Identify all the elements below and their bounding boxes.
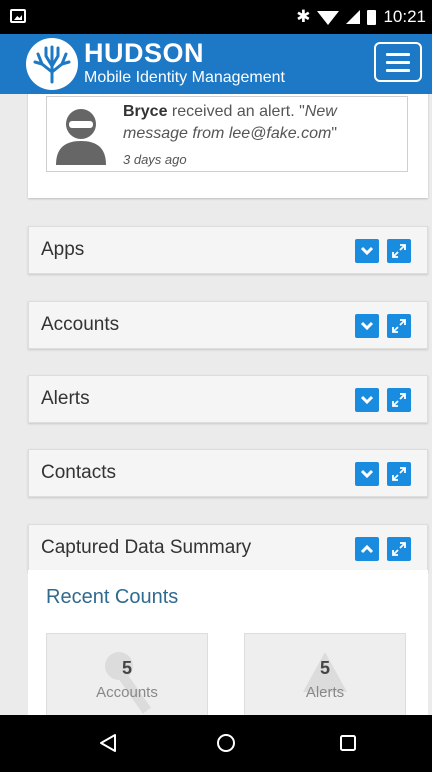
chevron-down-button[interactable] (355, 239, 379, 263)
chevron-down-icon (360, 469, 374, 479)
signal-icon (346, 10, 361, 24)
panel-apps: Apps (28, 226, 428, 274)
status-bar: ✱ 10:21 (0, 0, 432, 34)
panel-header[interactable]: Apps (29, 227, 427, 273)
panel-contacts: Contacts (28, 449, 428, 497)
back-icon (100, 734, 116, 752)
expand-button[interactable] (387, 462, 411, 486)
navigation-bar (0, 715, 432, 772)
expand-icon (392, 244, 406, 258)
recent-counts-heading: Recent Counts (46, 586, 179, 608)
expand-button[interactable] (387, 537, 411, 561)
chevron-down-button[interactable] (355, 462, 379, 486)
back-button[interactable] (94, 729, 122, 757)
chevron-down-button[interactable] (355, 314, 379, 338)
panel-header[interactable]: Contacts (29, 450, 427, 496)
home-button[interactable] (212, 729, 240, 757)
panel-alerts: Alerts (28, 375, 428, 423)
chevron-down-icon (360, 246, 374, 256)
wifi-icon (317, 11, 340, 25)
count-tile-accounts[interactable]: 5 Accounts (46, 633, 208, 715)
avatar-icon (56, 109, 106, 165)
panel-header[interactable]: Alerts (29, 376, 427, 422)
bluetooth-icon: ✱ (296, 7, 311, 26)
count-tile-alerts[interactable]: 5 Alerts (244, 633, 406, 715)
tree-logo-icon[interactable] (26, 38, 78, 90)
expand-icon (392, 319, 406, 333)
app-header: HUDSON Mobile Identity Management (0, 34, 432, 94)
app-subtitle: Mobile Identity Management (84, 69, 285, 86)
home-icon (217, 734, 235, 752)
summary-body: Recent Counts 5 Accounts 5 Alerts (28, 570, 428, 715)
alert-timestamp: 3 days ago (123, 152, 187, 167)
panel-accounts: Accounts (28, 301, 428, 349)
panel-title: Captured Data Summary (41, 537, 252, 558)
chevron-up-icon (360, 544, 374, 554)
expand-icon (392, 467, 406, 481)
chevron-down-icon (360, 321, 374, 331)
count-label: Accounts (96, 684, 158, 701)
activity-panel: Bryce received an alert. "New message fr… (28, 94, 428, 198)
expand-icon (392, 393, 406, 407)
status-time: 10:21 (383, 7, 426, 26)
recents-button[interactable] (334, 729, 362, 757)
count-label: Alerts (305, 684, 345, 701)
battery-icon (367, 9, 377, 25)
app-title: HUDSON (84, 38, 205, 68)
panel-header[interactable]: Captured Data Summary (29, 525, 427, 571)
status-icons: ✱ 10:21 (296, 6, 426, 28)
expand-icon (392, 542, 406, 556)
count-value: 5 (121, 658, 132, 678)
count-value: 5 (319, 658, 330, 678)
panel-title: Apps (41, 239, 85, 260)
panel-title: Contacts (41, 462, 116, 483)
alert-close-quote: " (331, 125, 338, 142)
panel-title: Accounts (41, 314, 120, 335)
chevron-down-button[interactable] (355, 388, 379, 412)
recents-icon (340, 735, 356, 751)
chevron-up-button[interactable] (355, 537, 379, 561)
panel-title: Alerts (41, 388, 90, 409)
expand-button[interactable] (387, 314, 411, 338)
alert-action: received an alert. " (167, 103, 305, 120)
panel-captured-data-summary: Captured Data Summary (28, 524, 428, 572)
chevron-down-icon (360, 395, 374, 405)
alert-card[interactable]: Bryce received an alert. "New message fr… (46, 96, 408, 172)
expand-button[interactable] (387, 239, 411, 263)
alert-user: Bryce (123, 103, 168, 120)
expand-button[interactable] (387, 388, 411, 412)
hamburger-menu-icon (386, 52, 410, 56)
panel-header[interactable]: Accounts (29, 302, 427, 348)
alert-text: Bryce received an alert. "New message fr… (123, 101, 403, 145)
dashboard-content[interactable]: Bryce received an alert. "New message fr… (0, 94, 432, 715)
image-notification-icon (10, 9, 26, 23)
hamburger-menu-button[interactable] (374, 42, 422, 82)
